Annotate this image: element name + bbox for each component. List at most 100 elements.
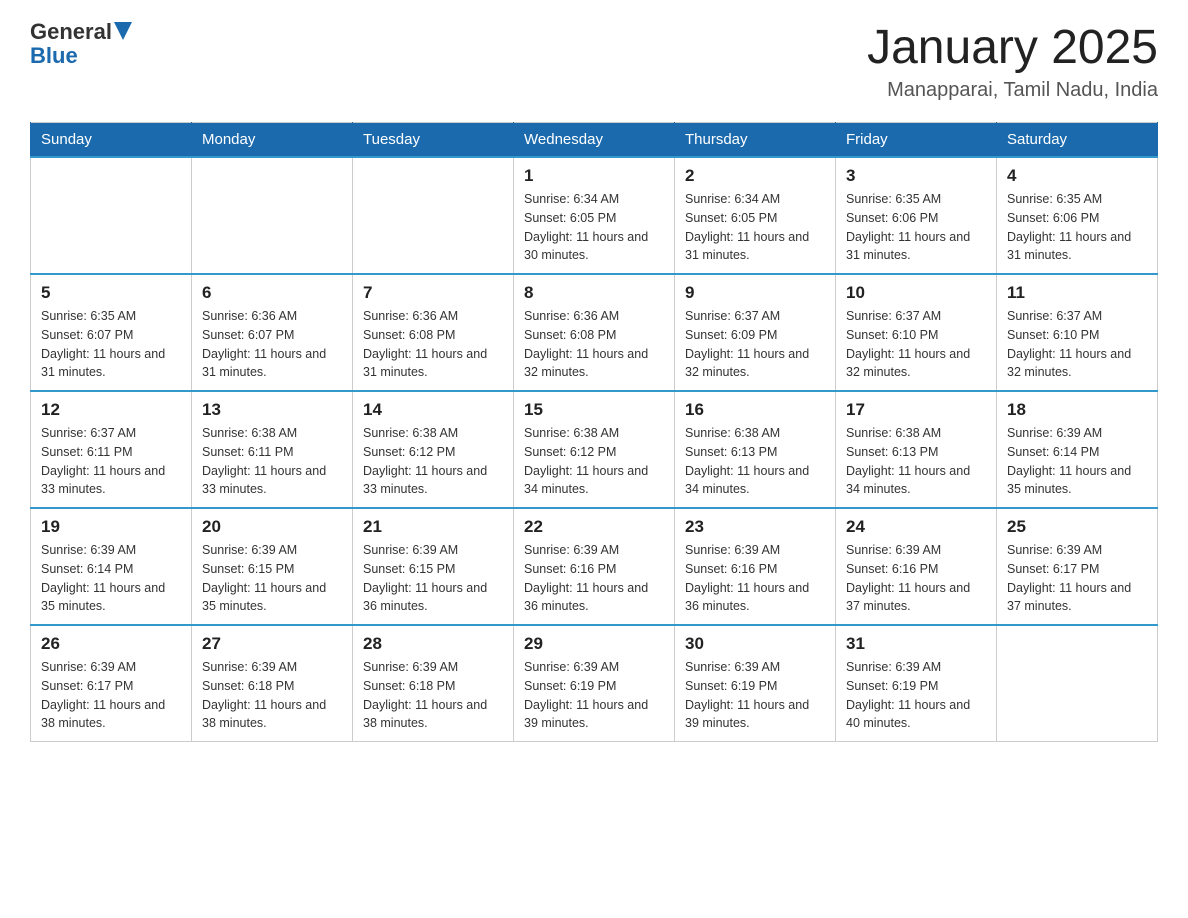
day-number: 19: [41, 517, 181, 537]
day-number: 10: [846, 283, 986, 303]
day-number: 21: [363, 517, 503, 537]
day-info: Sunrise: 6:39 AMSunset: 6:16 PMDaylight:…: [685, 541, 825, 616]
calendar-cell: 15Sunrise: 6:38 AMSunset: 6:12 PMDayligh…: [514, 391, 675, 508]
logo-blue-text: Blue: [30, 43, 78, 68]
calendar-cell: 10 Sunrise: 6:37 AMSunset: 6:10 PMDayligh…: [836, 274, 997, 391]
day-info: Sunrise: 6:35 AMSunset: 6:07 PMDaylight:…: [41, 307, 181, 382]
calendar-cell: 17 Sunrise: 6:38 AMSunset: 6:13 PMDayligh…: [836, 391, 997, 508]
day-info: Sunrise: 6:39 AMSunset: 6:18 PMDaylight:…: [363, 658, 503, 733]
calendar-cell: 8Sunrise: 6:36 AMSunset: 6:08 PMDaylight…: [514, 274, 675, 391]
calendar-week-row: 26 Sunrise: 6:39 AMSunset: 6:17 PMDayligh…: [31, 625, 1158, 742]
calendar-cell: 30 Sunrise: 6:39 AMSunset: 6:19 PMDayligh…: [675, 625, 836, 742]
day-number: 25: [1007, 517, 1147, 537]
day-number: 28: [363, 634, 503, 654]
day-number: 12: [41, 400, 181, 420]
day-info: Sunrise: 6:37 AMSunset: 6:10 PMDaylight:…: [1007, 307, 1147, 382]
calendar-cell: 1Sunrise: 6:34 AMSunset: 6:05 PMDaylight…: [514, 157, 675, 274]
day-number: 6: [202, 283, 342, 303]
calendar-cell: 3 Sunrise: 6:35 AMSunset: 6:06 PMDaylight…: [836, 157, 997, 274]
calendar-cell: 24Sunrise: 6:39 AMSunset: 6:16 PMDayligh…: [836, 508, 997, 625]
day-number: 27: [202, 634, 342, 654]
day-info: Sunrise: 6:37 AMSunset: 6:11 PMDaylight:…: [41, 424, 181, 499]
calendar-cell: 28 Sunrise: 6:39 AMSunset: 6:18 PMDayligh…: [353, 625, 514, 742]
day-number: 13: [202, 400, 342, 420]
calendar-cell: 2 Sunrise: 6:34 AMSunset: 6:05 PMDaylight…: [675, 157, 836, 274]
day-number: 14: [363, 400, 503, 420]
day-info: Sunrise: 6:36 AMSunset: 6:07 PMDaylight:…: [202, 307, 342, 382]
day-number: 2: [685, 166, 825, 186]
day-info: Sunrise: 6:34 AMSunset: 6:05 PMDaylight:…: [685, 190, 825, 265]
calendar-cell: 31 Sunrise: 6:39 AMSunset: 6:19 PMDayligh…: [836, 625, 997, 742]
day-info: Sunrise: 6:39 AMSunset: 6:19 PMDaylight:…: [524, 658, 664, 733]
column-header-friday: Friday: [836, 123, 997, 158]
day-info: Sunrise: 6:38 AMSunset: 6:11 PMDaylight:…: [202, 424, 342, 499]
day-info: Sunrise: 6:38 AMSunset: 6:12 PMDaylight:…: [363, 424, 503, 499]
calendar-cell: 25 Sunrise: 6:39 AMSunset: 6:17 PMDayligh…: [997, 508, 1158, 625]
day-number: 5: [41, 283, 181, 303]
day-info: Sunrise: 6:39 AMSunset: 6:17 PMDaylight:…: [1007, 541, 1147, 616]
day-info: Sunrise: 6:39 AMSunset: 6:19 PMDaylight:…: [685, 658, 825, 733]
calendar-cell: 16Sunrise: 6:38 AMSunset: 6:13 PMDayligh…: [675, 391, 836, 508]
calendar-cell: 12 Sunrise: 6:37 AMSunset: 6:11 PMDayligh…: [31, 391, 192, 508]
day-info: Sunrise: 6:38 AMSunset: 6:12 PMDaylight:…: [524, 424, 664, 499]
calendar-week-row: 1 Sunrise: 6:34 AMSunset: 6:05 PMDaylight…: [31, 157, 1158, 274]
calendar-week-row: 12 Sunrise: 6:37 AMSunset: 6:11 PMDayligh…: [31, 391, 1158, 508]
column-header-tuesday: Tuesday: [353, 123, 514, 158]
column-header-thursday: Thursday: [675, 123, 836, 158]
calendar-cell: 22Sunrise: 6:39 AMSunset: 6:16 PMDayligh…: [514, 508, 675, 625]
day-number: 30: [685, 634, 825, 654]
logo-general-text: General: [30, 20, 112, 44]
day-number: 7: [363, 283, 503, 303]
day-number: 20: [202, 517, 342, 537]
calendar-cell: 14 Sunrise: 6:38 AMSunset: 6:12 PMDayligh…: [353, 391, 514, 508]
calendar-cell: 19 Sunrise: 6:39 AMSunset: 6:14 PMDayligh…: [31, 508, 192, 625]
day-number: 3: [846, 166, 986, 186]
day-info: Sunrise: 6:39 AMSunset: 6:16 PMDaylight:…: [846, 541, 986, 616]
day-info: Sunrise: 6:37 AMSunset: 6:09 PMDaylight:…: [685, 307, 825, 382]
calendar-cell: 11 Sunrise: 6:37 AMSunset: 6:10 PMDayligh…: [997, 274, 1158, 391]
day-number: 1: [524, 166, 664, 186]
column-header-saturday: Saturday: [997, 123, 1158, 158]
day-number: 4: [1007, 166, 1147, 186]
title-section: January 2025 Manapparai, Tamil Nadu, Ind…: [867, 20, 1158, 102]
day-number: 26: [41, 634, 181, 654]
calendar-header-row: SundayMondayTuesdayWednesdayThursdayFrid…: [31, 123, 1158, 158]
day-info: Sunrise: 6:37 AMSunset: 6:10 PMDaylight:…: [846, 307, 986, 382]
calendar-cell: [353, 157, 514, 274]
calendar-cell: 5 Sunrise: 6:35 AMSunset: 6:07 PMDaylight…: [31, 274, 192, 391]
day-info: Sunrise: 6:39 AMSunset: 6:17 PMDaylight:…: [41, 658, 181, 733]
month-title: January 2025: [867, 20, 1158, 75]
day-info: Sunrise: 6:39 AMSunset: 6:16 PMDaylight:…: [524, 541, 664, 616]
day-number: 17: [846, 400, 986, 420]
column-header-wednesday: Wednesday: [514, 123, 675, 158]
calendar-cell: [31, 157, 192, 274]
logo: General Blue: [30, 20, 132, 68]
day-info: Sunrise: 6:39 AMSunset: 6:15 PMDaylight:…: [202, 541, 342, 616]
calendar-cell: 9 Sunrise: 6:37 AMSunset: 6:09 PMDaylight…: [675, 274, 836, 391]
calendar-cell: 7 Sunrise: 6:36 AMSunset: 6:08 PMDaylight…: [353, 274, 514, 391]
day-info: Sunrise: 6:35 AMSunset: 6:06 PMDaylight:…: [846, 190, 986, 265]
day-info: Sunrise: 6:38 AMSunset: 6:13 PMDaylight:…: [846, 424, 986, 499]
column-header-sunday: Sunday: [31, 123, 192, 158]
page-header: General Blue January 2025 Manapparai, Ta…: [30, 20, 1158, 102]
day-number: 18: [1007, 400, 1147, 420]
day-info: Sunrise: 6:39 AMSunset: 6:15 PMDaylight:…: [363, 541, 503, 616]
day-number: 31: [846, 634, 986, 654]
day-info: Sunrise: 6:36 AMSunset: 6:08 PMDaylight:…: [363, 307, 503, 382]
calendar-cell: 27Sunrise: 6:39 AMSunset: 6:18 PMDayligh…: [192, 625, 353, 742]
day-info: Sunrise: 6:39 AMSunset: 6:19 PMDaylight:…: [846, 658, 986, 733]
day-number: 11: [1007, 283, 1147, 303]
calendar-cell: [192, 157, 353, 274]
day-info: Sunrise: 6:39 AMSunset: 6:14 PMDaylight:…: [1007, 424, 1147, 499]
calendar-cell: 26 Sunrise: 6:39 AMSunset: 6:17 PMDayligh…: [31, 625, 192, 742]
calendar-cell: 13 Sunrise: 6:38 AMSunset: 6:11 PMDayligh…: [192, 391, 353, 508]
location-subtitle: Manapparai, Tamil Nadu, India: [867, 79, 1158, 102]
day-info: Sunrise: 6:39 AMSunset: 6:14 PMDaylight:…: [41, 541, 181, 616]
day-info: Sunrise: 6:38 AMSunset: 6:13 PMDaylight:…: [685, 424, 825, 499]
calendar-cell: 21 Sunrise: 6:39 AMSunset: 6:15 PMDayligh…: [353, 508, 514, 625]
day-number: 8: [524, 283, 664, 303]
logo-triangle-icon: [114, 22, 132, 42]
calendar-cell: 18 Sunrise: 6:39 AMSunset: 6:14 PMDayligh…: [997, 391, 1158, 508]
day-number: 23: [685, 517, 825, 537]
day-number: 9: [685, 283, 825, 303]
